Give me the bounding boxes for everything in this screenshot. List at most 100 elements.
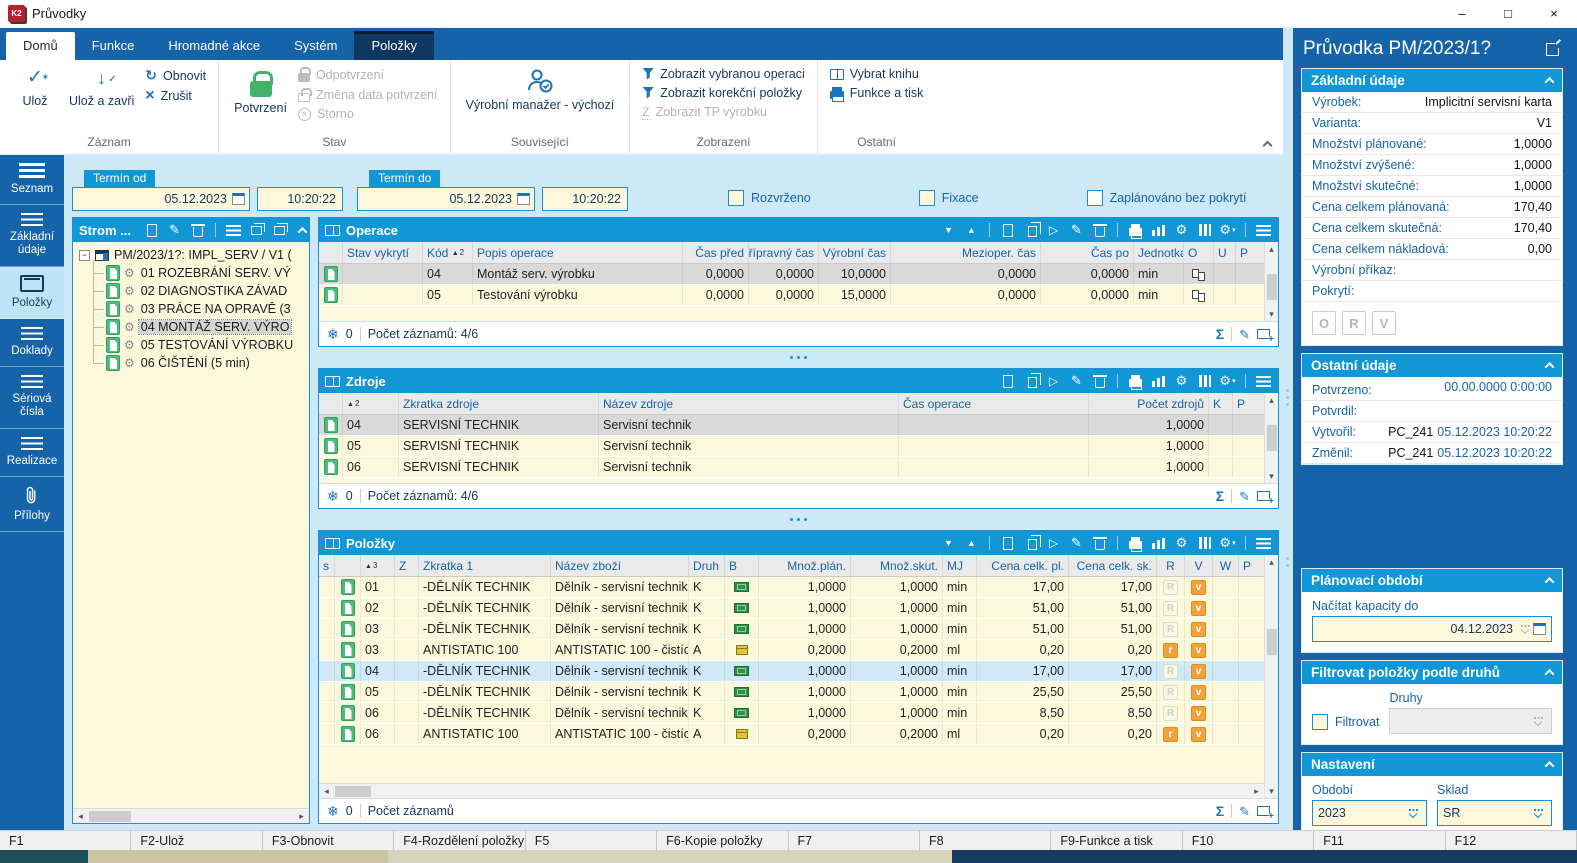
expand-all-icon[interactable] (248, 221, 265, 239)
function-key[interactable]: F6-Kopie položky (657, 831, 788, 850)
v-badge[interactable]: v (1191, 727, 1206, 742)
gear-dropdown-icon[interactable] (1219, 221, 1236, 239)
sort-indicator[interactable]: 3 (365, 561, 377, 570)
tab-polozky[interactable]: Položky (354, 31, 434, 60)
collapse-all-icon[interactable] (271, 221, 288, 239)
v-badge[interactable]: v (1191, 622, 1206, 637)
run-icon[interactable] (1045, 372, 1062, 390)
delete-icon[interactable] (1091, 372, 1108, 390)
edit-icon[interactable] (1068, 221, 1085, 239)
sum-icon[interactable] (1216, 803, 1224, 819)
function-key[interactable]: F5 (526, 831, 657, 850)
polozky-row[interactable]: 06 -DĚLNÍK TECHNIK Dělník - servisní tec… (319, 703, 1264, 724)
checkbox-zaplanovano[interactable]: Zaplánováno bez pokrytí (1087, 190, 1247, 206)
vertical-scrollbar[interactable]: ▴▾ (1264, 242, 1278, 321)
r-badge[interactable]: R (1163, 664, 1178, 679)
r-badge[interactable]: R (1163, 601, 1178, 616)
tab-funkce[interactable]: Funkce (75, 32, 152, 60)
minimize-button[interactable]: – (1439, 0, 1485, 27)
tree-item[interactable]: 03 PRÁCE NA OPRAVĚ (3 (106, 300, 307, 318)
dropdown-icon[interactable] (1530, 809, 1546, 817)
open-external-icon[interactable] (1546, 43, 1559, 56)
dropdown-icon[interactable] (1530, 717, 1546, 725)
settings-gears-icon[interactable] (1173, 221, 1190, 239)
r-badge[interactable]: R (1163, 622, 1178, 637)
tree-item[interactable]: 02 DIAGNOSTIKA ZÁVAD (106, 282, 307, 300)
operace-row[interactable]: 05 Testování výrobku 0,0000 0,0000 15,00… (319, 285, 1264, 306)
checkbox[interactable] (1087, 190, 1103, 206)
move-up-icon[interactable] (963, 221, 980, 239)
polozky-row[interactable]: 03 -DĚLNÍK TECHNIK Dělník - servisní tec… (319, 619, 1264, 640)
v-badge[interactable]: v (1191, 664, 1206, 679)
new-record-icon[interactable] (999, 372, 1016, 390)
zdroje-row[interactable]: 06 SERVISNÍ TECHNIK Servisní technik 1,0… (319, 457, 1264, 478)
sklad-select[interactable]: SR (1437, 800, 1552, 826)
refresh-button[interactable]: Obnovit (145, 67, 206, 84)
polozky-row[interactable]: 06 ANTISTATIC 100 ANTISTATIC 100 - čistí… (319, 724, 1264, 745)
table-add-icon[interactable] (1257, 329, 1270, 339)
settings-gears-icon[interactable] (1173, 534, 1190, 552)
obdobi-select[interactable]: 2023 (1312, 800, 1427, 826)
ostatni-udaje-header[interactable]: Ostatní údaje (1302, 354, 1562, 377)
collapse-section-icon[interactable] (1545, 669, 1555, 679)
termin-do-time-field[interactable]: 10:20:22 (542, 187, 628, 211)
vertical-scrollbar[interactable]: ▴▾ (1264, 555, 1278, 798)
termin-do-date-field[interactable]: 05.12.2023 (357, 187, 535, 211)
zdroje-row[interactable]: 04 SERVISNÍ TECHNIK Servisní technik 1,0… (319, 415, 1264, 436)
polozky-row[interactable]: 02 -DĚLNÍK TECHNIK Dělník - servisní tec… (319, 598, 1264, 619)
v-badge[interactable]: v (1191, 685, 1206, 700)
dropdown-icon[interactable] (1405, 809, 1421, 817)
r-badge[interactable]: R (1163, 706, 1178, 721)
sidebar-item-seznam[interactable]: Seznam (0, 155, 64, 205)
sidebar-item-seriova-cisla[interactable]: Sériová čísla (0, 367, 64, 428)
table-add-icon[interactable] (1257, 491, 1270, 501)
storno-button[interactable]: Storno (298, 107, 438, 121)
calendar-icon[interactable] (1533, 623, 1546, 635)
edit-icon[interactable] (1239, 488, 1250, 505)
tree-collapse-icon[interactable] (79, 250, 90, 261)
sort-indicator[interactable]: 2 (347, 399, 359, 408)
new-record-icon[interactable] (999, 534, 1016, 552)
function-key[interactable]: F1 (0, 831, 131, 850)
function-key[interactable]: F4-Rozdělení položky (394, 831, 525, 850)
edit-icon[interactable] (1239, 326, 1250, 343)
columns-icon[interactable] (1196, 221, 1213, 239)
columns-icon[interactable] (1196, 534, 1213, 552)
copy-record-icon[interactable] (1022, 372, 1039, 390)
function-key[interactable]: F9-Funkce a tisk (1051, 831, 1182, 850)
save-button[interactable]: Ulož (8, 63, 62, 134)
cancel-button[interactable]: Zrušit (145, 89, 206, 103)
vertical-scrollbar[interactable]: ▴▾ (1264, 393, 1278, 483)
show-tp-product-button[interactable]: Zobrazit TP výrobku (642, 105, 805, 119)
chart-icon[interactable] (1150, 221, 1167, 239)
polozky-row[interactable]: 03 ANTISTATIC 100 ANTISTATIC 100 - čistí… (319, 640, 1264, 661)
checkbox-rozvrzeno[interactable]: Rozvrženo (728, 190, 811, 206)
termin-od-date-field[interactable]: 05.12.2023 (72, 187, 250, 211)
function-key[interactable]: F11 (1314, 831, 1445, 850)
unconfirm-button[interactable]: Odpotvrzení (298, 67, 438, 82)
r-badge[interactable]: R (1163, 685, 1178, 700)
tab-hromadne-akce[interactable]: Hromadné akce (151, 32, 277, 60)
druhy-select[interactable] (1389, 708, 1552, 734)
show-correction-items-button[interactable]: Zobrazit korekční položky (642, 86, 805, 100)
columns-icon[interactable] (1196, 372, 1213, 390)
tree-menu-icon[interactable] (225, 221, 242, 239)
ribbon-collapse-icon[interactable] (1264, 138, 1273, 147)
filtrovat-checkbox[interactable]: Filtrovat (1312, 714, 1379, 734)
operace-row[interactable]: 04 Montáž serv. výrobku 0,0000 0,0000 10… (319, 264, 1264, 285)
termin-od-time-field[interactable]: 10:20:22 (257, 187, 343, 211)
function-key[interactable]: F10 (1183, 831, 1314, 850)
sum-icon[interactable] (1216, 326, 1224, 342)
gear-dropdown-icon[interactable] (1219, 534, 1236, 552)
edit-icon[interactable] (1068, 372, 1085, 390)
collapse-section-icon[interactable] (1545, 577, 1555, 587)
vertical-splitter[interactable] (1283, 28, 1293, 830)
nastaveni-header[interactable]: Nastavení (1302, 753, 1562, 776)
polozky-horizontal-scrollbar[interactable]: ◂▸ (319, 783, 1264, 798)
tree-item[interactable]: 04 MONTÁŽ SERV. VÝRO (106, 318, 307, 336)
function-key[interactable]: F12 (1446, 831, 1577, 850)
checkbox[interactable] (919, 190, 935, 206)
confirm-button[interactable]: Potvrzení (227, 63, 294, 134)
production-manager-button[interactable]: Výrobní manažer - výchozí (459, 63, 622, 134)
delete-icon[interactable] (189, 221, 206, 239)
